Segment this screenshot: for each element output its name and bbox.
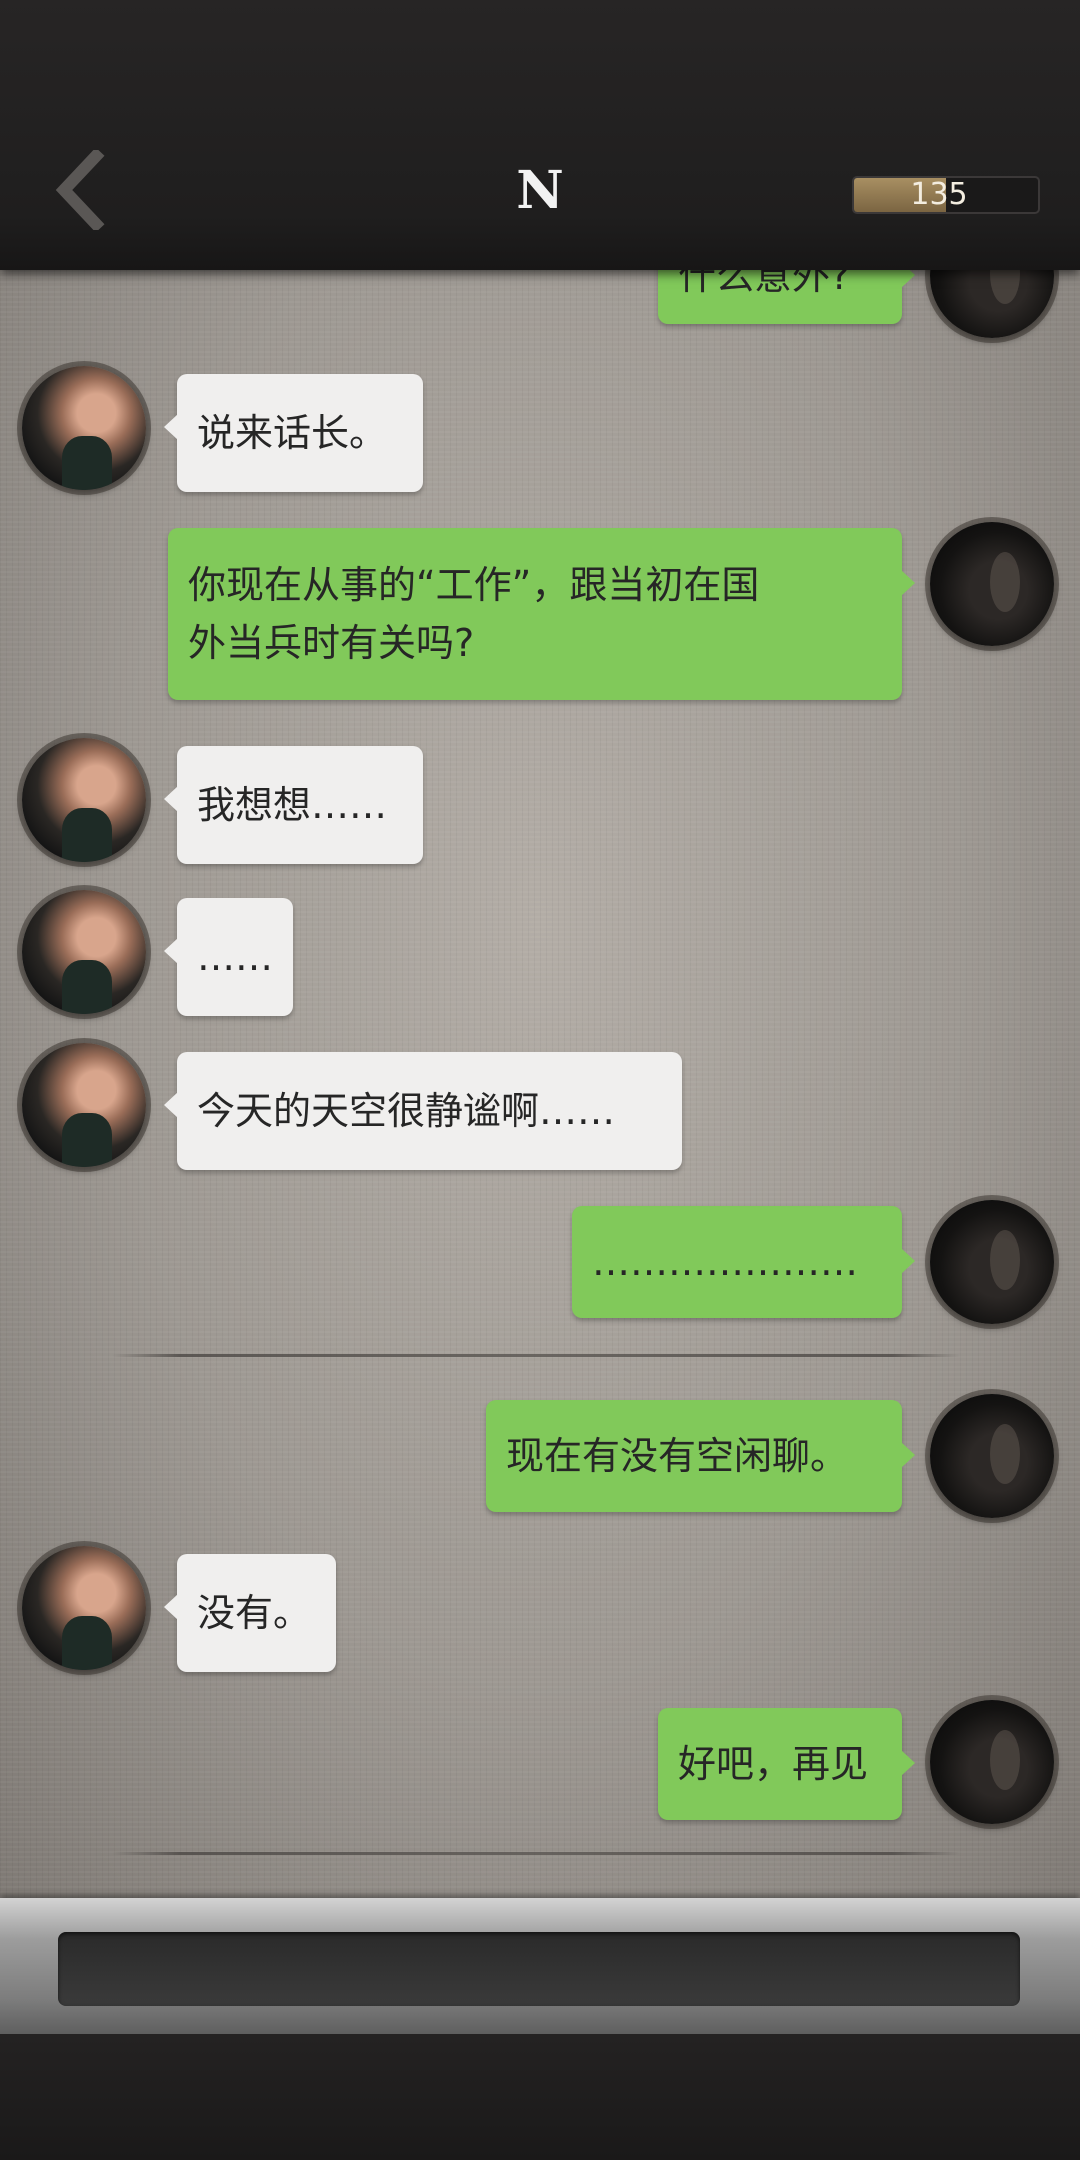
message-text: ……	[197, 935, 273, 979]
message-bubble-incoming: ……	[164, 898, 293, 1016]
message-text: 现在有没有空闲聊。	[506, 1434, 849, 1478]
contact-avatar[interactable]	[22, 1546, 146, 1670]
message-bubble-outgoing: 什么意外?	[658, 270, 915, 324]
message-bubble-outgoing: 现在有没有空闲聊。	[486, 1400, 915, 1512]
message-bubble-outgoing: 你现在从事的“工作”，跟当初在国 外当兵时有关吗?	[168, 528, 915, 700]
contact-avatar[interactable]	[22, 738, 146, 862]
message-bubble-incoming: 说来话长。	[164, 374, 423, 492]
message-text-line: 你现在从事的“工作”，跟当初在国	[188, 563, 760, 607]
message-text: 什么意外?	[678, 270, 851, 298]
chat-area[interactable]: 什么意外? 说来话长。 你现在从事的“工作”，跟当初在国 外当兵时有关吗? 我想…	[0, 270, 1080, 1898]
message-text: 我想想……	[197, 783, 388, 827]
top-bar: N 135	[0, 0, 1080, 270]
reply-bar	[0, 1898, 1080, 2034]
message-bubble-incoming: 今天的天空很静谧啊……	[164, 1052, 682, 1170]
message-text: 好吧，再见	[678, 1742, 869, 1786]
message-text-line: 外当兵时有关吗?	[188, 621, 475, 665]
player-avatar[interactable]	[930, 1200, 1054, 1324]
message-text: …………………	[592, 1240, 858, 1284]
energy-meter: 135	[852, 176, 1040, 214]
reply-input-field[interactable]	[58, 1932, 1020, 2006]
message-bubble-incoming: 没有。	[164, 1554, 336, 1672]
contact-avatar[interactable]	[22, 1043, 146, 1167]
player-avatar[interactable]	[930, 1394, 1054, 1518]
message-text: 今天的天空很静谧啊……	[197, 1089, 616, 1133]
bottom-bar	[0, 2034, 1080, 2160]
message-text: 说来话长。	[197, 411, 388, 455]
energy-value: 135	[910, 177, 968, 212]
message-bubble-outgoing: …………………	[572, 1206, 915, 1318]
conversation-divider	[112, 1354, 960, 1357]
contact-avatar[interactable]	[22, 890, 146, 1014]
message-bubble-outgoing: 好吧，再见	[658, 1708, 915, 1820]
player-avatar[interactable]	[930, 270, 1054, 338]
conversation-divider	[112, 1852, 960, 1855]
player-avatar[interactable]	[930, 1700, 1054, 1824]
player-avatar[interactable]	[930, 522, 1054, 646]
message-bubble-incoming: 我想想……	[164, 746, 423, 864]
contact-avatar[interactable]	[22, 366, 146, 490]
message-text: 没有。	[197, 1591, 312, 1635]
